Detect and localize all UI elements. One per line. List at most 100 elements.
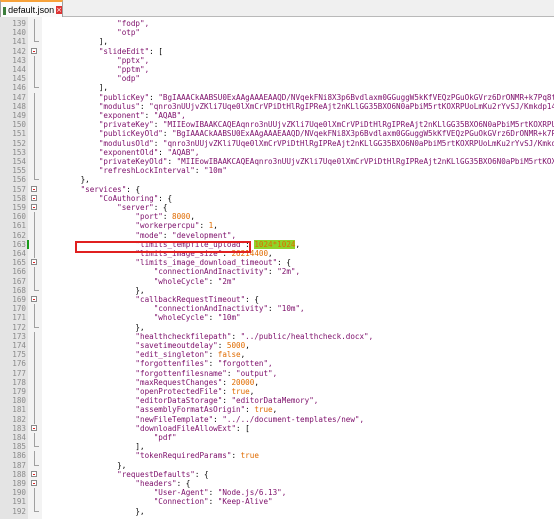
code-line[interactable]: 186 "tokenRequiredParams": true xyxy=(0,451,554,461)
fold-guide xyxy=(34,341,35,351)
line-number: 187 xyxy=(12,460,26,470)
code-line[interactable]: 149 "exponent": "AQAB", xyxy=(0,111,554,121)
code-token: true xyxy=(231,387,250,396)
line-number: 151 xyxy=(12,129,26,139)
code-line[interactable]: 192 }, xyxy=(0,506,554,516)
fold-toggle-icon[interactable] xyxy=(31,194,37,201)
code-line[interactable]: 159 "server": { xyxy=(0,203,554,212)
code-line[interactable]: 151 "publicKeyOld": "BgIAAACkAABSU0ExAAg… xyxy=(0,129,554,139)
code-line[interactable]: 142 "slideEdit": [ xyxy=(0,47,554,56)
code-token: "../public/healthcheck.docx", xyxy=(240,331,374,341)
code-token: "pdf" xyxy=(44,433,177,442)
code-line[interactable]: 175 "edit_singleton": false, xyxy=(0,350,554,360)
fold-guide xyxy=(34,19,35,29)
code-line[interactable]: 158 "CoAuthoring": { xyxy=(0,194,554,203)
code-line[interactable]: 168 }, xyxy=(0,285,554,295)
code-line[interactable]: 191 "Connection": "Keep-Alive" xyxy=(0,497,554,507)
code-token: , xyxy=(254,377,259,387)
code-line[interactable]: 179 "openProtectedFile": true, xyxy=(0,387,554,397)
code-token: : xyxy=(194,166,205,176)
line-number: 182 xyxy=(12,414,26,424)
fold-toggle-icon[interactable] xyxy=(31,47,37,54)
code-line[interactable]: 170 "connectionAndInactivity": "10m", xyxy=(0,304,554,314)
code-line[interactable]: 141 ], xyxy=(0,37,554,46)
code-line[interactable]: 145 "odp" xyxy=(0,74,554,84)
code-line[interactable]: 160 "port": 8000, xyxy=(0,212,554,222)
line-number: 183 xyxy=(12,423,26,433)
code-line[interactable]: 156 }, xyxy=(0,175,554,184)
code-line[interactable]: 174 "savetimeoutdelay": 5000, xyxy=(0,341,554,351)
fold-toggle-icon[interactable] xyxy=(31,185,37,192)
line-number: 144 xyxy=(12,65,26,74)
code-text: "publicKeyOld": "BgIAAACkAABSU0ExAAgAAAE… xyxy=(44,129,554,138)
code-line[interactable]: 171 "wholeCycle": "10m" xyxy=(0,313,554,323)
fold-toggle-icon[interactable] xyxy=(31,296,37,302)
line-number: 150 xyxy=(12,120,26,130)
code-line[interactable]: 157 "services": { xyxy=(0,185,554,194)
fold-guide xyxy=(34,276,35,286)
code-line[interactable]: 144 "pptm", xyxy=(0,65,554,75)
code-line[interactable]: 173 "healthcheckfilepath": "../public/he… xyxy=(0,331,554,341)
code-token: "forgottenfiles" xyxy=(44,359,209,369)
code-line[interactable]: 162 "mode": "development", xyxy=(0,230,554,240)
code-token: , xyxy=(245,341,250,350)
code-line[interactable]: 182 "newFileTemplate": "../../document-t… xyxy=(0,414,554,424)
code-line[interactable]: 177 "forgottenfilesname": "output", xyxy=(0,368,554,378)
code-line[interactable]: 169 "callbackRequestTimeout": { xyxy=(0,295,554,304)
line-number: 149 xyxy=(12,111,26,120)
code-line[interactable]: 185 ], xyxy=(0,442,554,451)
code-line[interactable]: 181 "assemblyFormatAsOrigin": true, xyxy=(0,405,554,415)
fold-toggle-icon[interactable] xyxy=(31,470,37,477)
line-number: 169 xyxy=(12,295,26,304)
highlight-box xyxy=(75,241,251,253)
code-line[interactable]: 167 "wholeCycle": "2m" xyxy=(0,276,554,286)
code-line[interactable]: 183 "downloadFileAllowExt": [ xyxy=(0,424,554,433)
line-number: 155 xyxy=(12,166,26,176)
code-line[interactable]: 152 "modulusOld": "qnro3nUUjvZKli7Uqe0lX… xyxy=(0,138,554,148)
code-line[interactable]: 154 "privateKeyOld": "MIIEowIBAAKCAQEAqn… xyxy=(0,157,554,167)
code-line[interactable]: 150 "privateKey": "MIIEowIBAAKCAQEAqnro3… xyxy=(0,120,554,130)
fold-toggle-icon[interactable] xyxy=(31,259,37,266)
code-token: : xyxy=(144,111,154,120)
fold-toggle-icon[interactable] xyxy=(31,424,37,431)
code-token: "modulus" xyxy=(44,101,141,111)
code-line[interactable]: 147 "publicKey": "BgIAAACkAABSU0ExAAgAAA… xyxy=(0,92,554,102)
code-token: "2m" xyxy=(217,276,237,286)
tab-default-json[interactable]: default.json × xyxy=(0,0,63,17)
code-line[interactable]: 180 "editorDataStorage": "editorDataMemo… xyxy=(0,396,554,406)
code-line[interactable]: 139 "fodp", xyxy=(0,19,554,29)
fold-guide xyxy=(34,331,35,341)
code-token: , xyxy=(268,249,273,258)
code-line[interactable]: 187 }, xyxy=(0,460,554,470)
code-line[interactable]: 176 "forgottenfiles": "forgotten", xyxy=(0,359,554,369)
code-line[interactable]: 166 "connectionAndInactivity": "2m", xyxy=(0,267,554,277)
code-line[interactable]: 148 "modulus": "qnro3nUUjvZKli7Uqe0lXmCr… xyxy=(0,101,554,111)
code-line[interactable]: 184 "pdf" xyxy=(0,433,554,443)
code-line[interactable]: 146 ], xyxy=(0,83,554,92)
code-line[interactable]: 143 "pptx", xyxy=(0,55,554,65)
code-line[interactable]: 188 "requestDefaults": { xyxy=(0,470,554,479)
code-text: "odp" xyxy=(44,74,140,83)
line-number: 185 xyxy=(12,442,26,452)
fold-toggle-icon[interactable] xyxy=(31,204,37,210)
code-text: "connectionAndInactivity": "2m", xyxy=(44,267,300,276)
code-editor[interactable]: 139 "fodp", 140 "otp" 141 ], 142 "slideEdit… xyxy=(0,17,554,519)
code-token: }, xyxy=(44,285,145,295)
code-line[interactable]: 140 "otp" xyxy=(0,28,554,38)
code-token: : xyxy=(162,212,173,222)
close-icon[interactable]: × xyxy=(56,5,62,14)
code-line[interactable]: 153 "exponentOld": "AQAB", xyxy=(0,147,554,157)
code-line[interactable]: 165 "limits_image_download_timeout": { xyxy=(0,258,554,267)
code-line[interactable]: 161 "workerpercpu": 1, xyxy=(0,221,554,231)
code-line[interactable]: 178 "maxRequestChanges": 20000, xyxy=(0,377,554,387)
code-token: : [ xyxy=(149,46,163,56)
code-line[interactable]: 190 "User-Agent": "Node.js/6.13", xyxy=(0,488,554,498)
code-token: ], xyxy=(44,442,145,452)
fold-guide xyxy=(34,497,35,507)
code-line[interactable]: 189 "headers": { xyxy=(0,479,554,488)
fold-guide xyxy=(34,313,35,323)
code-line[interactable]: 155 "refreshLockInterval": "10m" xyxy=(0,166,554,176)
fold-toggle-icon[interactable] xyxy=(31,480,37,486)
code-text: "wholeCycle": "2m" xyxy=(44,277,236,286)
code-line[interactable]: 172 }, xyxy=(0,322,554,332)
